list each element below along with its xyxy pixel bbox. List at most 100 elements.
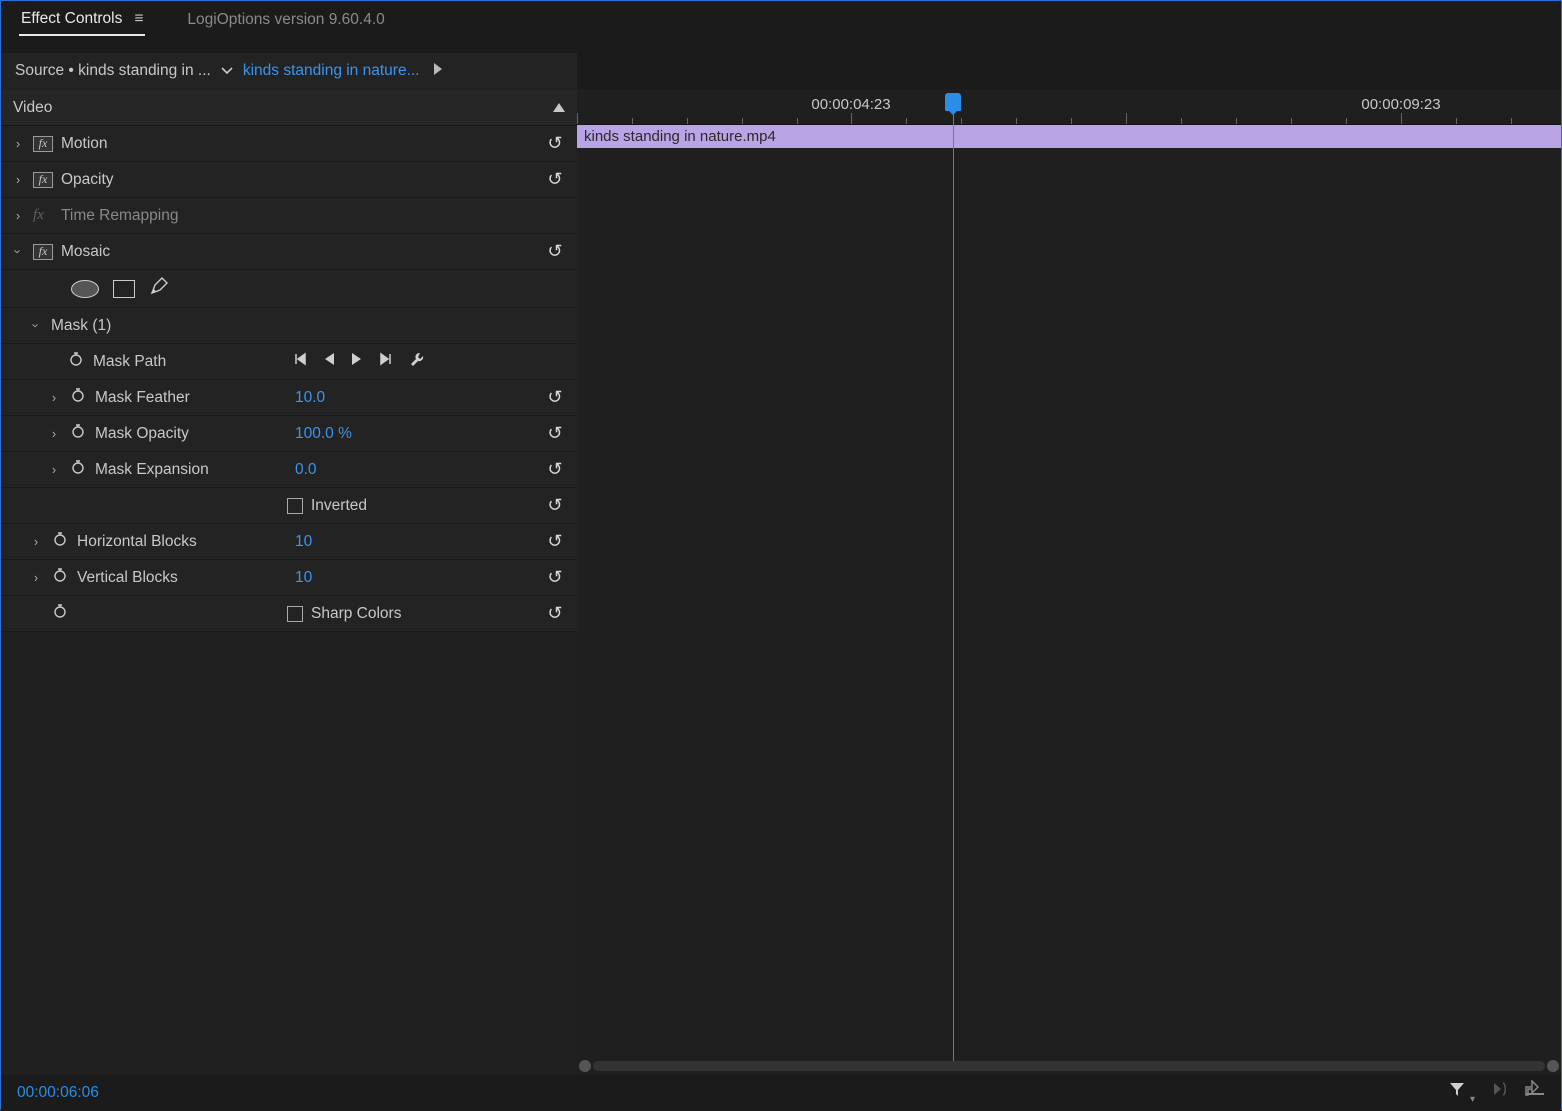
effect-label: Motion bbox=[61, 135, 108, 153]
chevron-right-icon[interactable]: › bbox=[11, 208, 25, 223]
mask-row[interactable]: › Mask (1) bbox=[1, 308, 577, 344]
chevron-right-icon[interactable]: › bbox=[11, 172, 25, 187]
ruler-tick-label: 00:00:09:23 bbox=[1361, 96, 1440, 113]
stopwatch-icon[interactable] bbox=[69, 387, 87, 408]
stopwatch-icon[interactable] bbox=[51, 567, 69, 588]
reset-icon[interactable]: ↺ bbox=[543, 567, 567, 588]
mask-title: Mask (1) bbox=[51, 317, 111, 335]
status-bar: 00:00:06:06 ▾ bbox=[1, 1075, 1561, 1111]
reset-icon[interactable]: ↺ bbox=[543, 459, 567, 480]
video-section-header[interactable]: Video bbox=[1, 90, 577, 126]
fx-badge-icon[interactable]: fx bbox=[33, 244, 53, 260]
chevron-down-icon[interactable]: › bbox=[11, 245, 26, 259]
rectangle-mask-icon[interactable] bbox=[113, 280, 135, 298]
stopwatch-icon[interactable] bbox=[51, 531, 69, 552]
tab-bar: Effect Controls ≡ LogiOptions version 9.… bbox=[1, 1, 1561, 39]
video-label: Video bbox=[13, 99, 52, 117]
effect-row-opacity[interactable]: › fx Opacity ↺ bbox=[1, 162, 577, 198]
reset-icon[interactable]: ↺ bbox=[543, 531, 567, 552]
pen-tool-icon[interactable] bbox=[149, 276, 169, 301]
prop-value[interactable]: 10.0 bbox=[295, 389, 325, 407]
mask-path-row: Mask Path bbox=[1, 344, 577, 380]
ruler-tick-label: 00:00:04:23 bbox=[811, 96, 890, 113]
play-reverse-icon[interactable] bbox=[323, 352, 335, 371]
clip-name: kinds standing in nature.mp4 bbox=[584, 128, 776, 145]
inverted-checkbox[interactable] bbox=[287, 498, 303, 514]
effect-label: Time Remapping bbox=[61, 207, 178, 225]
timeline-panel: 00:00:04:23 00:00:09:23 kinds standing i… bbox=[577, 89, 1561, 1075]
chevron-right-icon[interactable]: › bbox=[47, 390, 61, 405]
scroll-handle-right[interactable] bbox=[1547, 1060, 1559, 1072]
prop-label: Mask Expansion bbox=[95, 461, 209, 479]
prop-label: Vertical Blocks bbox=[77, 569, 178, 587]
chevron-right-icon[interactable]: › bbox=[11, 136, 25, 151]
prop-value[interactable]: 10 bbox=[295, 533, 312, 551]
reset-icon[interactable]: ↺ bbox=[543, 169, 567, 190]
stopwatch-icon[interactable] bbox=[69, 459, 87, 480]
stopwatch-icon[interactable] bbox=[51, 603, 69, 624]
play-only-icon[interactable] bbox=[1491, 1080, 1509, 1105]
next-keyframe-icon[interactable] bbox=[379, 352, 393, 371]
vertical-blocks-row: › Vertical Blocks 10 ↺ bbox=[1, 560, 577, 596]
sharp-colors-row: › Sharp Colors ↺ bbox=[1, 596, 577, 632]
effect-row-motion[interactable]: › fx Motion ↺ bbox=[1, 126, 577, 162]
scroll-handle-left[interactable] bbox=[579, 1060, 591, 1072]
mask-feather-row: › Mask Feather 10.0 ↺ bbox=[1, 380, 577, 416]
horizontal-blocks-row: › Horizontal Blocks 10 ↺ bbox=[1, 524, 577, 560]
reset-icon[interactable]: ↺ bbox=[543, 423, 567, 444]
prop-value[interactable]: 0.0 bbox=[295, 461, 317, 479]
prop-label: Horizontal Blocks bbox=[77, 533, 197, 551]
prop-label: Sharp Colors bbox=[311, 605, 401, 623]
prop-label: Mask Feather bbox=[95, 389, 190, 407]
effect-row-timeremap[interactable]: › fx Time Remapping bbox=[1, 198, 577, 234]
sharp-colors-checkbox[interactable] bbox=[287, 606, 303, 622]
ellipse-mask-icon[interactable] bbox=[71, 280, 99, 298]
fx-badge-icon[interactable]: fx bbox=[33, 136, 53, 152]
chevron-right-icon[interactable]: › bbox=[47, 462, 61, 477]
reset-icon[interactable]: ↺ bbox=[543, 133, 567, 154]
prop-label: Mask Opacity bbox=[95, 425, 189, 443]
reset-icon[interactable]: ↺ bbox=[543, 387, 567, 408]
sequence-name[interactable]: kinds standing in nature... bbox=[243, 62, 420, 80]
chevron-down-icon[interactable]: › bbox=[29, 319, 44, 333]
reset-icon[interactable]: ↺ bbox=[543, 603, 567, 624]
effects-list-panel: Video › fx Motion ↺ › fx Opacity ↺ › fx … bbox=[1, 89, 577, 1075]
tab-label: Effect Controls bbox=[21, 10, 122, 28]
prop-label: Mask Path bbox=[93, 353, 166, 371]
reset-icon[interactable]: ↺ bbox=[543, 241, 567, 262]
scroll-track[interactable] bbox=[593, 1061, 1545, 1071]
current-timecode[interactable]: 00:00:06:06 bbox=[17, 1084, 99, 1102]
export-icon[interactable] bbox=[1525, 1080, 1545, 1105]
mask-opacity-row: › Mask Opacity 100.0 % ↺ bbox=[1, 416, 577, 452]
fx-badge-icon[interactable]: fx bbox=[33, 172, 53, 188]
stopwatch-icon[interactable] bbox=[67, 351, 85, 372]
prev-keyframe-icon[interactable] bbox=[293, 352, 307, 371]
source-name: Source • kinds standing in ... bbox=[15, 62, 211, 80]
prop-value[interactable]: 10 bbox=[295, 569, 312, 587]
keyframe-nav bbox=[293, 351, 425, 372]
play-forward-icon[interactable] bbox=[351, 352, 363, 371]
effect-label: Opacity bbox=[61, 171, 114, 189]
wrench-icon[interactable] bbox=[409, 351, 425, 372]
horizontal-scrollbar bbox=[577, 1057, 1561, 1075]
chevron-right-icon[interactable]: › bbox=[47, 426, 61, 441]
fx-badge-icon: fx bbox=[33, 207, 53, 224]
playhead-line[interactable] bbox=[953, 99, 954, 1065]
chevron-down-icon[interactable] bbox=[221, 62, 233, 80]
chevron-right-icon[interactable]: › bbox=[29, 534, 43, 549]
collapse-icon[interactable] bbox=[553, 103, 565, 112]
reset-icon[interactable]: ↺ bbox=[543, 495, 567, 516]
time-ruler[interactable]: 00:00:04:23 00:00:09:23 bbox=[577, 89, 1561, 125]
prop-value[interactable]: 100.0 % bbox=[295, 425, 352, 443]
filter-icon[interactable]: ▾ bbox=[1448, 1080, 1475, 1105]
mask-inverted-row: Inverted ↺ bbox=[1, 488, 577, 524]
stopwatch-icon[interactable] bbox=[69, 423, 87, 444]
mask-shape-tools bbox=[1, 270, 577, 308]
chevron-right-icon[interactable]: › bbox=[29, 570, 43, 585]
clip-bar[interactable]: kinds standing in nature.mp4 bbox=[577, 125, 1561, 148]
tab-effect-controls[interactable]: Effect Controls ≡ bbox=[19, 4, 145, 36]
panel-menu-icon[interactable]: ≡ bbox=[134, 10, 143, 28]
tab-extra-info: LogiOptions version 9.60.4.0 bbox=[187, 11, 384, 29]
effect-row-mosaic[interactable]: › fx Mosaic ↺ bbox=[1, 234, 577, 270]
play-icon[interactable] bbox=[433, 62, 443, 80]
